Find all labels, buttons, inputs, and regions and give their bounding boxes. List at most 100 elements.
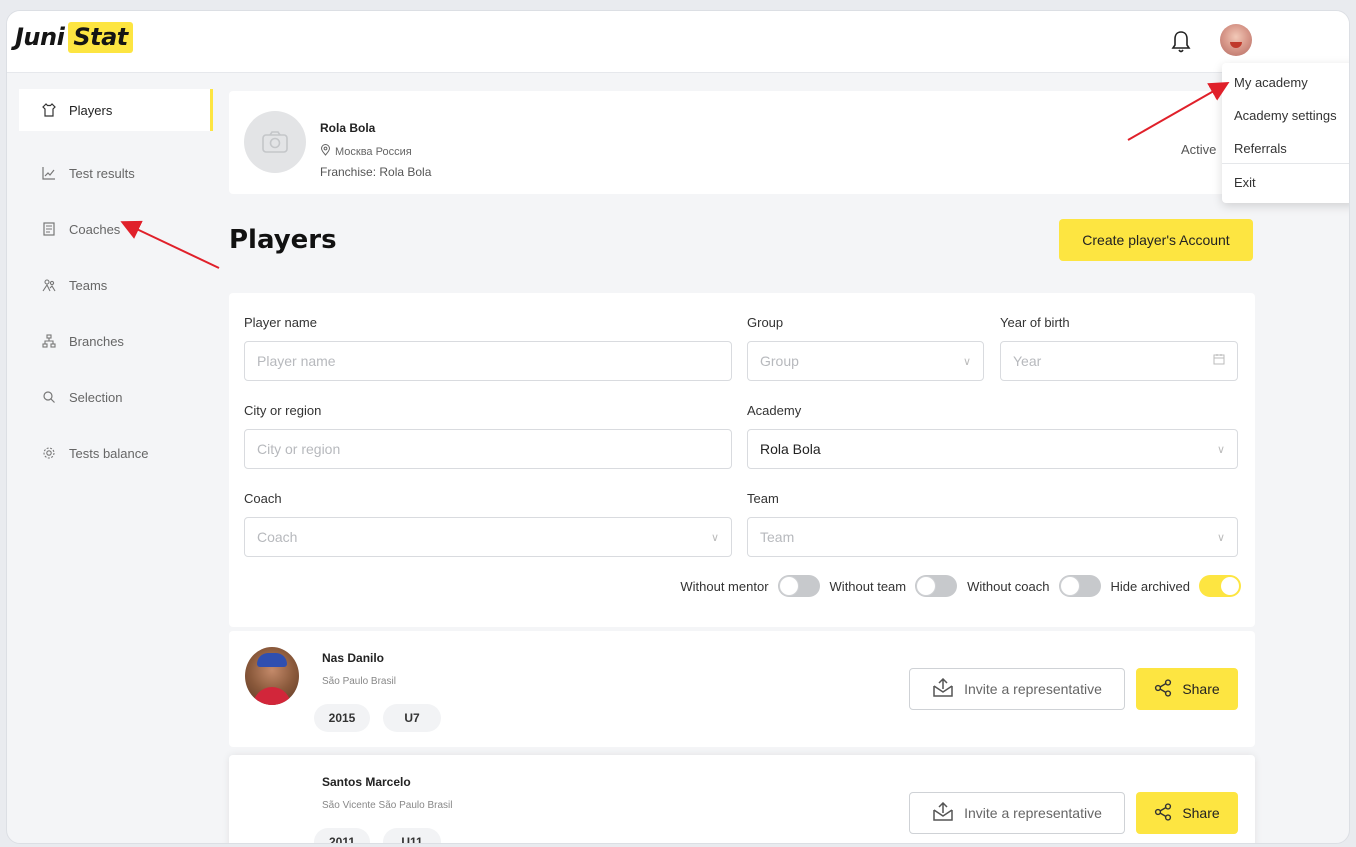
without-mentor-label: Without mentor [680, 578, 769, 594]
without-team-toggle[interactable] [915, 575, 958, 597]
sidebar-item-label: Coaches [69, 221, 121, 237]
coach-select[interactable]: Coach ∨ [244, 517, 732, 557]
year-of-birth-label: Year of birth [1000, 315, 1070, 330]
year-input[interactable]: Year [1000, 341, 1238, 381]
page-title: Players [229, 225, 337, 255]
year-chip: 2015 [314, 704, 370, 732]
invite-icon [932, 801, 954, 825]
sidebar-item-players[interactable]: Players [19, 89, 213, 131]
player-avatar[interactable] [245, 647, 299, 705]
franchise-text: Franchise: Rola Bola [320, 165, 432, 179]
invite-representative-button[interactable]: Invite a representative [909, 668, 1125, 710]
placeholder-text: City or region [257, 441, 341, 457]
user-dropdown-menu: My academy Academy settings Referrals Ex… [1222, 63, 1349, 203]
filters-panel: Player name Player name Group Group ∨ Ye… [229, 293, 1255, 627]
invite-representative-button[interactable]: Invite a representative [909, 792, 1125, 834]
player-card[interactable]: Santos Marcelo São Vicente São Paulo Bra… [229, 755, 1255, 843]
coach-label: Coach [244, 491, 282, 506]
sidebar-item-coaches[interactable]: Coaches [19, 201, 213, 257]
team-select[interactable]: Team ∨ [747, 517, 1238, 557]
city-input[interactable]: City or region [244, 429, 732, 469]
placeholder-text: Group [760, 353, 799, 369]
share-icon [1154, 802, 1172, 824]
gear-icon [41, 445, 57, 461]
player-name[interactable]: Santos Marcelo [322, 775, 411, 789]
location-pin-icon [320, 144, 331, 159]
academy-name: Rola Bola [320, 121, 376, 135]
placeholder-text: Coach [257, 529, 298, 545]
invite-icon [932, 677, 954, 701]
top-header: Juni Stat [7, 11, 1349, 73]
group-label: Group [747, 315, 784, 330]
player-name[interactable]: Nas Danilo [322, 651, 384, 665]
share-button[interactable]: Share [1136, 792, 1238, 834]
menu-item-my-academy[interactable]: My academy [1234, 75, 1308, 90]
invite-label: Invite a representative [964, 805, 1102, 821]
chevron-down-icon: ∨ [962, 356, 971, 368]
chevron-down-icon: ∨ [710, 532, 719, 544]
share-label: Share [1182, 681, 1220, 697]
create-player-account-button[interactable]: Create player's Account [1059, 219, 1253, 261]
team-label: Team [747, 491, 779, 506]
share-label: Share [1182, 805, 1220, 821]
app-logo[interactable]: Juni Stat [15, 22, 133, 53]
chart-icon [41, 165, 57, 181]
toggle-row: Without mentor Without team Without coac… [680, 575, 1241, 597]
city-label: City or region [244, 403, 322, 418]
sidebar-item-label: Test results [69, 165, 135, 181]
menu-item-exit[interactable]: Exit [1234, 175, 1256, 190]
group-chip: U7 [383, 704, 441, 732]
player-name-label: Player name [244, 315, 317, 330]
player-city: São Paulo Brasil [322, 676, 396, 687]
academy-profile-card: Rola Bola Москва Россия Franchise: Rola … [229, 91, 1255, 194]
without-team-label: Without team [829, 578, 907, 594]
share-button[interactable]: Share [1136, 668, 1238, 710]
without-coach-toggle[interactable] [1058, 575, 1101, 597]
placeholder-text: Team [760, 529, 795, 545]
group-chip: U11 [383, 828, 441, 843]
sidebar-item-selection[interactable]: Selection [19, 369, 213, 425]
group-select[interactable]: Group ∨ [747, 341, 984, 381]
sidebar-item-label: Branches [69, 333, 124, 349]
placeholder-text: Player name [257, 353, 336, 369]
logo-text-2: Stat [68, 22, 133, 53]
sidebar-item-teams[interactable]: Teams [19, 257, 213, 313]
academy-select[interactable]: Rola Bola ∨ [747, 429, 1238, 469]
logo-text-1: Juni [15, 23, 65, 51]
chevron-down-icon: ∨ [1216, 444, 1225, 456]
sidebar-item-tests-balance[interactable]: Tests balance [19, 425, 213, 481]
player-name-input[interactable]: Player name [244, 341, 732, 381]
menu-divider [1222, 163, 1349, 164]
sidebar: Players Test results Coaches Teams Branc… [19, 89, 213, 481]
invite-label: Invite a representative [964, 681, 1102, 697]
user-avatar[interactable] [1220, 24, 1252, 56]
without-coach-label: Without coach [967, 578, 1050, 594]
hide-archived-toggle[interactable] [1199, 575, 1241, 597]
bell-icon[interactable] [1170, 29, 1192, 55]
selected-value: Rola Bola [760, 441, 821, 457]
sidebar-item-label: Tests balance [69, 445, 149, 461]
hide-archived-label: Hide archived [1110, 578, 1191, 594]
chevron-down-icon: ∨ [1216, 532, 1225, 544]
without-mentor-toggle[interactable] [777, 575, 820, 597]
clipboard-icon [41, 221, 57, 237]
placeholder-text: Year [1013, 353, 1042, 369]
player-card[interactable]: Nas Danilo São Paulo Brasil 2015 U7 Invi… [229, 631, 1255, 747]
menu-item-referrals[interactable]: Referrals [1234, 141, 1287, 156]
location-text: Москва Россия [335, 145, 412, 158]
academy-location: Москва Россия [320, 144, 412, 159]
sidebar-item-label: Players [69, 102, 113, 118]
shirt-icon [41, 102, 57, 118]
sidebar-item-branches[interactable]: Branches [19, 313, 213, 369]
player-city: São Vicente São Paulo Brasil [322, 800, 453, 811]
search-icon [41, 389, 57, 405]
branches-icon [41, 333, 57, 349]
sidebar-item-test-results[interactable]: Test results [19, 145, 213, 201]
academy-label: Academy [747, 403, 802, 418]
share-icon [1154, 678, 1172, 700]
sidebar-item-label: Teams [69, 277, 108, 293]
menu-item-academy-settings[interactable]: Academy settings [1234, 108, 1337, 123]
camera-icon[interactable] [244, 111, 306, 173]
year-chip: 2011 [314, 828, 370, 843]
sidebar-item-label: Selection [69, 389, 123, 405]
